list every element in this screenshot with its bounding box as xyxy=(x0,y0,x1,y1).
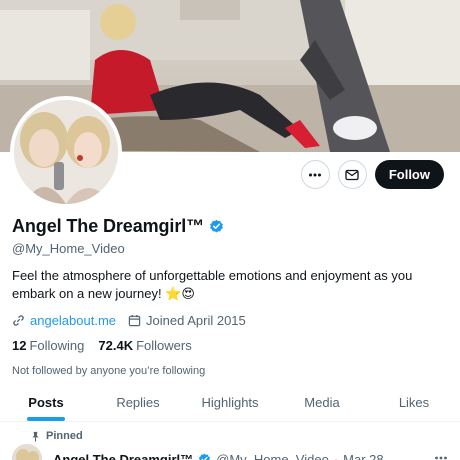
tab-label: Likes xyxy=(398,395,430,410)
tab-posts[interactable]: Posts xyxy=(0,384,92,421)
name-row: Angel The Dreamgirl™ xyxy=(12,216,448,237)
profile-avatar[interactable] xyxy=(10,96,122,208)
envelope-icon xyxy=(345,169,359,180)
tab-highlights[interactable]: Highlights xyxy=(184,384,276,421)
follow-button[interactable]: Follow xyxy=(374,160,444,189)
pin-icon xyxy=(32,431,39,442)
post-avatar[interactable] xyxy=(12,444,42,460)
post-date[interactable]: Mar 28 xyxy=(343,452,383,460)
profile-meta: angelabout.me Joined April 2015 xyxy=(12,313,448,328)
tab-media[interactable]: Media xyxy=(276,384,368,421)
active-tab-indicator xyxy=(27,417,65,421)
post-header: Angel The Dreamgirl™ @My_Home_Video · Ma… xyxy=(12,444,448,460)
pinned-label: Pinned xyxy=(46,430,83,442)
followers-label: Followers xyxy=(136,338,192,353)
post-separator: · xyxy=(333,451,339,460)
tab-label: Posts xyxy=(28,395,64,410)
tab-label: Highlights xyxy=(201,395,259,410)
profile-bio: Feel the atmosphere of unforgettable emo… xyxy=(12,268,413,301)
followers-count: 72.4K xyxy=(98,338,134,353)
more-horizontal-icon xyxy=(309,173,322,176)
verified-badge-icon[interactable] xyxy=(209,219,224,234)
profile-tabs: Posts Replies Highlights Media Likes xyxy=(0,384,460,422)
followers-stat[interactable]: 72.4K Followers xyxy=(98,338,191,353)
not-followed-note: Not followed by anyone you’re following xyxy=(12,365,206,377)
display-name: Angel The Dreamgirl™ xyxy=(12,216,205,236)
following-label: Following xyxy=(29,338,85,353)
profile-info: Angel The Dreamgirl™ @My_Home_Video Feel… xyxy=(12,216,448,377)
more-button[interactable] xyxy=(300,160,330,189)
website-link[interactable]: angelabout.me xyxy=(30,313,116,328)
tab-likes[interactable]: Likes xyxy=(368,384,460,421)
tab-replies[interactable]: Replies xyxy=(92,384,184,421)
profile-handle: @My_Home_Video xyxy=(12,241,125,256)
follow-stats: 12 Following 72.4K Followers xyxy=(12,338,448,353)
post-author[interactable]: Angel The Dreamgirl™ xyxy=(53,452,193,460)
message-button[interactable] xyxy=(337,160,367,189)
following-stat[interactable]: 12 Following xyxy=(12,338,84,353)
pinned-indicator: Pinned xyxy=(30,430,83,442)
joined-date: Joined April 2015 xyxy=(146,313,246,328)
post-handle[interactable]: @My_Home_Video xyxy=(216,452,329,460)
post-avatar-photo xyxy=(12,444,42,460)
calendar-icon xyxy=(128,314,141,327)
tab-label: Media xyxy=(304,395,340,410)
post-more-button[interactable] xyxy=(434,451,448,460)
avatar-photo xyxy=(14,100,118,204)
following-count: 12 xyxy=(12,338,27,353)
more-horizontal-icon xyxy=(435,456,447,459)
tab-label: Replies xyxy=(116,395,160,410)
joined-item: Joined April 2015 xyxy=(128,313,246,328)
profile-actions: Follow xyxy=(300,160,444,189)
website-item: angelabout.me xyxy=(12,313,116,328)
link-icon xyxy=(13,315,24,326)
verified-badge-icon xyxy=(199,453,211,460)
